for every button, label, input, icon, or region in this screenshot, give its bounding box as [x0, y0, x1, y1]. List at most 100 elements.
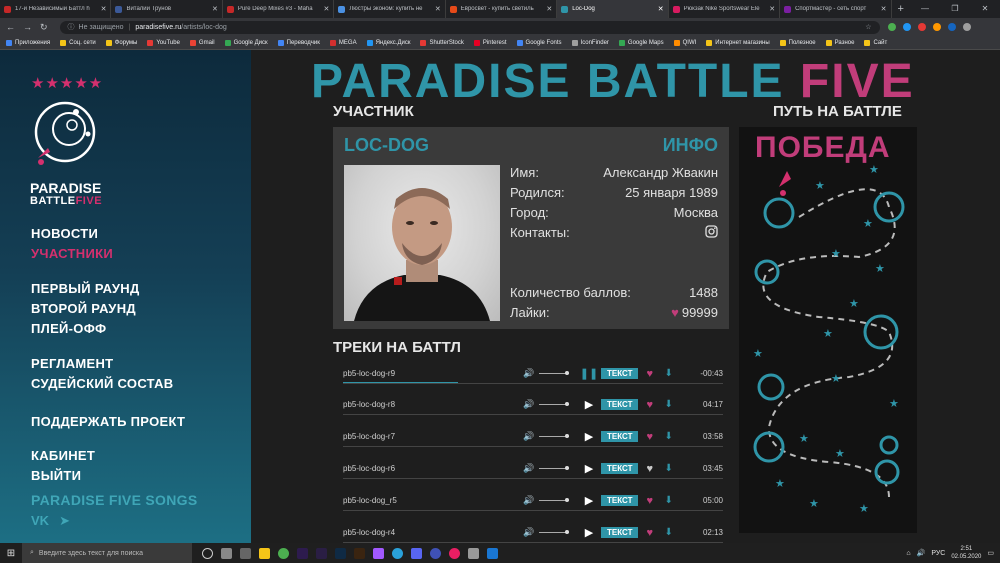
telegram-icon[interactable]	[392, 547, 403, 559]
bookmark-item[interactable]: QIWI	[673, 39, 696, 46]
maximize-icon[interactable]: ❐	[940, 0, 970, 18]
heart-icon[interactable]: ♥	[646, 527, 660, 539]
bookmark-item[interactable]: Полезное	[779, 39, 816, 46]
taskbar-search-input[interactable]: ⌕ Введите здесь текст для поиска	[22, 543, 192, 563]
clock[interactable]: 2:51 02.05.2020	[951, 545, 981, 561]
volume-icon[interactable]: 🔊	[523, 463, 535, 474]
nav-support[interactable]: ПОДДЕРЖАТЬ ПРОЕКТ	[31, 414, 185, 429]
volume-icon[interactable]: 🔊	[523, 431, 535, 442]
close-icon[interactable]: ✕	[546, 5, 552, 13]
windows-start-icon[interactable]: ⊞	[0, 548, 22, 559]
browser-tab[interactable]: Спортмастер - сеть спорт ✕	[780, 0, 892, 18]
close-window-icon[interactable]: ✕	[970, 0, 1000, 18]
close-icon[interactable]: ✕	[881, 5, 887, 13]
instagram-icon[interactable]	[705, 225, 718, 238]
volume-icon[interactable]: 🔊	[523, 399, 535, 410]
close-icon[interactable]: ✕	[323, 5, 329, 13]
bookmark-item[interactable]: ShutterStock	[420, 39, 464, 46]
speaker-icon[interactable]: 🔊	[917, 549, 926, 557]
profile-avatar[interactable]	[962, 23, 971, 31]
back-icon[interactable]: ←	[6, 22, 15, 32]
close-icon[interactable]: ✕	[101, 5, 107, 13]
browser-tab[interactable]: Рюкзак Nike Sportswear Ele ✕	[669, 0, 781, 18]
nav-songs[interactable]: PARADISE FIVE SONGS	[31, 492, 197, 508]
settings-icon[interactable]	[468, 547, 479, 559]
photoshop-icon[interactable]	[335, 547, 346, 559]
minimize-icon[interactable]: —	[910, 0, 940, 18]
browser-tab[interactable]: Евросвет - купить светиль ✕	[446, 0, 558, 18]
track-progress[interactable]	[343, 382, 458, 383]
planet-logo-icon[interactable]	[30, 98, 100, 170]
nav-round2[interactable]: ВТОРОЙ РАУНД	[31, 301, 136, 316]
close-icon[interactable]: ✕	[435, 5, 441, 13]
volume-icon[interactable]: 🔊	[523, 527, 535, 538]
bookmark-item[interactable]: Google Fonts	[516, 39, 562, 46]
bookmark-item[interactable]: Переводчик	[277, 39, 320, 46]
app-icon[interactable]	[430, 547, 441, 559]
download-icon[interactable]: ⬇	[664, 431, 678, 442]
play-icon[interactable]: ▶	[577, 526, 601, 539]
bookmark-item[interactable]: Яндекс.Диск	[366, 39, 410, 46]
heart-icon[interactable]: ♥	[646, 399, 660, 411]
lyrics-button[interactable]: ТЕКСТ	[601, 368, 639, 379]
extension-icon[interactable]	[917, 23, 926, 31]
heart-icon[interactable]: ♥	[671, 305, 679, 320]
download-icon[interactable]: ⬇	[664, 527, 678, 538]
browser-tab[interactable]: Люстры эконом: купить не ✕	[334, 0, 446, 18]
nav-playoff[interactable]: ПЛЕЙ-ОФФ	[31, 321, 106, 336]
play-icon[interactable]: ▶	[577, 430, 601, 443]
forward-icon[interactable]: →	[23, 22, 32, 32]
nav-judges[interactable]: СУДЕЙСКИЙ СОСТАВ	[31, 376, 173, 391]
telegram-icon[interactable]: ➤	[59, 513, 70, 529]
nav-participants[interactable]: УЧАСТНИКИ	[31, 246, 113, 261]
extension-icon[interactable]	[947, 23, 956, 31]
lyrics-button[interactable]: ТЕКСТ	[601, 399, 639, 410]
close-icon[interactable]: ✕	[769, 5, 775, 13]
download-icon[interactable]: ⬇	[664, 368, 678, 379]
heart-outline-icon[interactable]: ♥	[646, 463, 660, 475]
bookmark-item[interactable]: IconFinder	[571, 39, 609, 46]
nav-round1[interactable]: ПЕРВЫЙ РАУНД	[31, 281, 140, 296]
play-icon[interactable]: ▶	[577, 494, 601, 507]
app-icon[interactable]	[221, 547, 232, 559]
extension-icon[interactable]	[932, 23, 941, 31]
nav-cabinet[interactable]: КАБИНЕТ	[31, 448, 95, 463]
lyrics-button[interactable]: ТЕКСТ	[601, 495, 639, 506]
bookmark-item[interactable]: Интернет магазины	[706, 39, 770, 46]
close-icon[interactable]: ✕	[658, 5, 664, 13]
volume-slider[interactable]	[539, 371, 569, 375]
download-icon[interactable]: ⬇	[664, 463, 678, 474]
bookmark-item[interactable]: Разное	[825, 39, 854, 46]
play-icon[interactable]: ▶	[577, 462, 601, 475]
premiere-icon[interactable]	[297, 547, 308, 559]
volume-slider[interactable]	[539, 466, 569, 470]
bookmark-item[interactable]: Gmail	[189, 39, 215, 46]
lyrics-button[interactable]: ТЕКСТ	[601, 527, 639, 538]
nav-logout[interactable]: ВЫЙТИ	[31, 468, 81, 483]
url-input[interactable]: ⓘ Не защищено | paradisefive.ru /artists…	[59, 20, 880, 34]
discord-icon[interactable]	[411, 547, 422, 559]
bookmark-item[interactable]: Google Maps	[618, 39, 664, 46]
bookmark-item[interactable]: Google Диск	[224, 39, 268, 46]
app-icon[interactable]	[240, 547, 251, 559]
itunes-icon[interactable]	[449, 547, 460, 559]
figma-icon[interactable]	[373, 547, 384, 559]
new-tab-button[interactable]: +	[892, 0, 910, 18]
illustrator-icon[interactable]	[354, 547, 365, 559]
after-effects-icon[interactable]	[316, 547, 327, 559]
volume-slider[interactable]	[539, 530, 569, 534]
browser-tab[interactable]: Виталий Трунов ✕	[111, 0, 223, 18]
vk-icon[interactable]: VK	[31, 513, 49, 529]
file-explorer-icon[interactable]	[259, 547, 270, 559]
heart-icon[interactable]: ♥	[646, 495, 660, 507]
lyrics-button[interactable]: ТЕКСТ	[601, 431, 639, 442]
volume-slider[interactable]	[539, 402, 569, 406]
bookmark-item[interactable]: MEGA	[329, 39, 357, 46]
bookmark-item[interactable]: Соц. сети	[60, 39, 96, 46]
bookmark-star-icon[interactable]: ☆	[865, 23, 871, 31]
app-icon[interactable]	[487, 547, 498, 559]
bookmark-item[interactable]: YouTube	[147, 39, 180, 46]
task-view-icon[interactable]	[202, 547, 213, 559]
browser-tab[interactable]: Pure Deep Mixes #3 - Maha ✕	[223, 0, 335, 18]
browser-tab[interactable]: 17-й Независимый Баттл h ✕	[0, 0, 112, 18]
